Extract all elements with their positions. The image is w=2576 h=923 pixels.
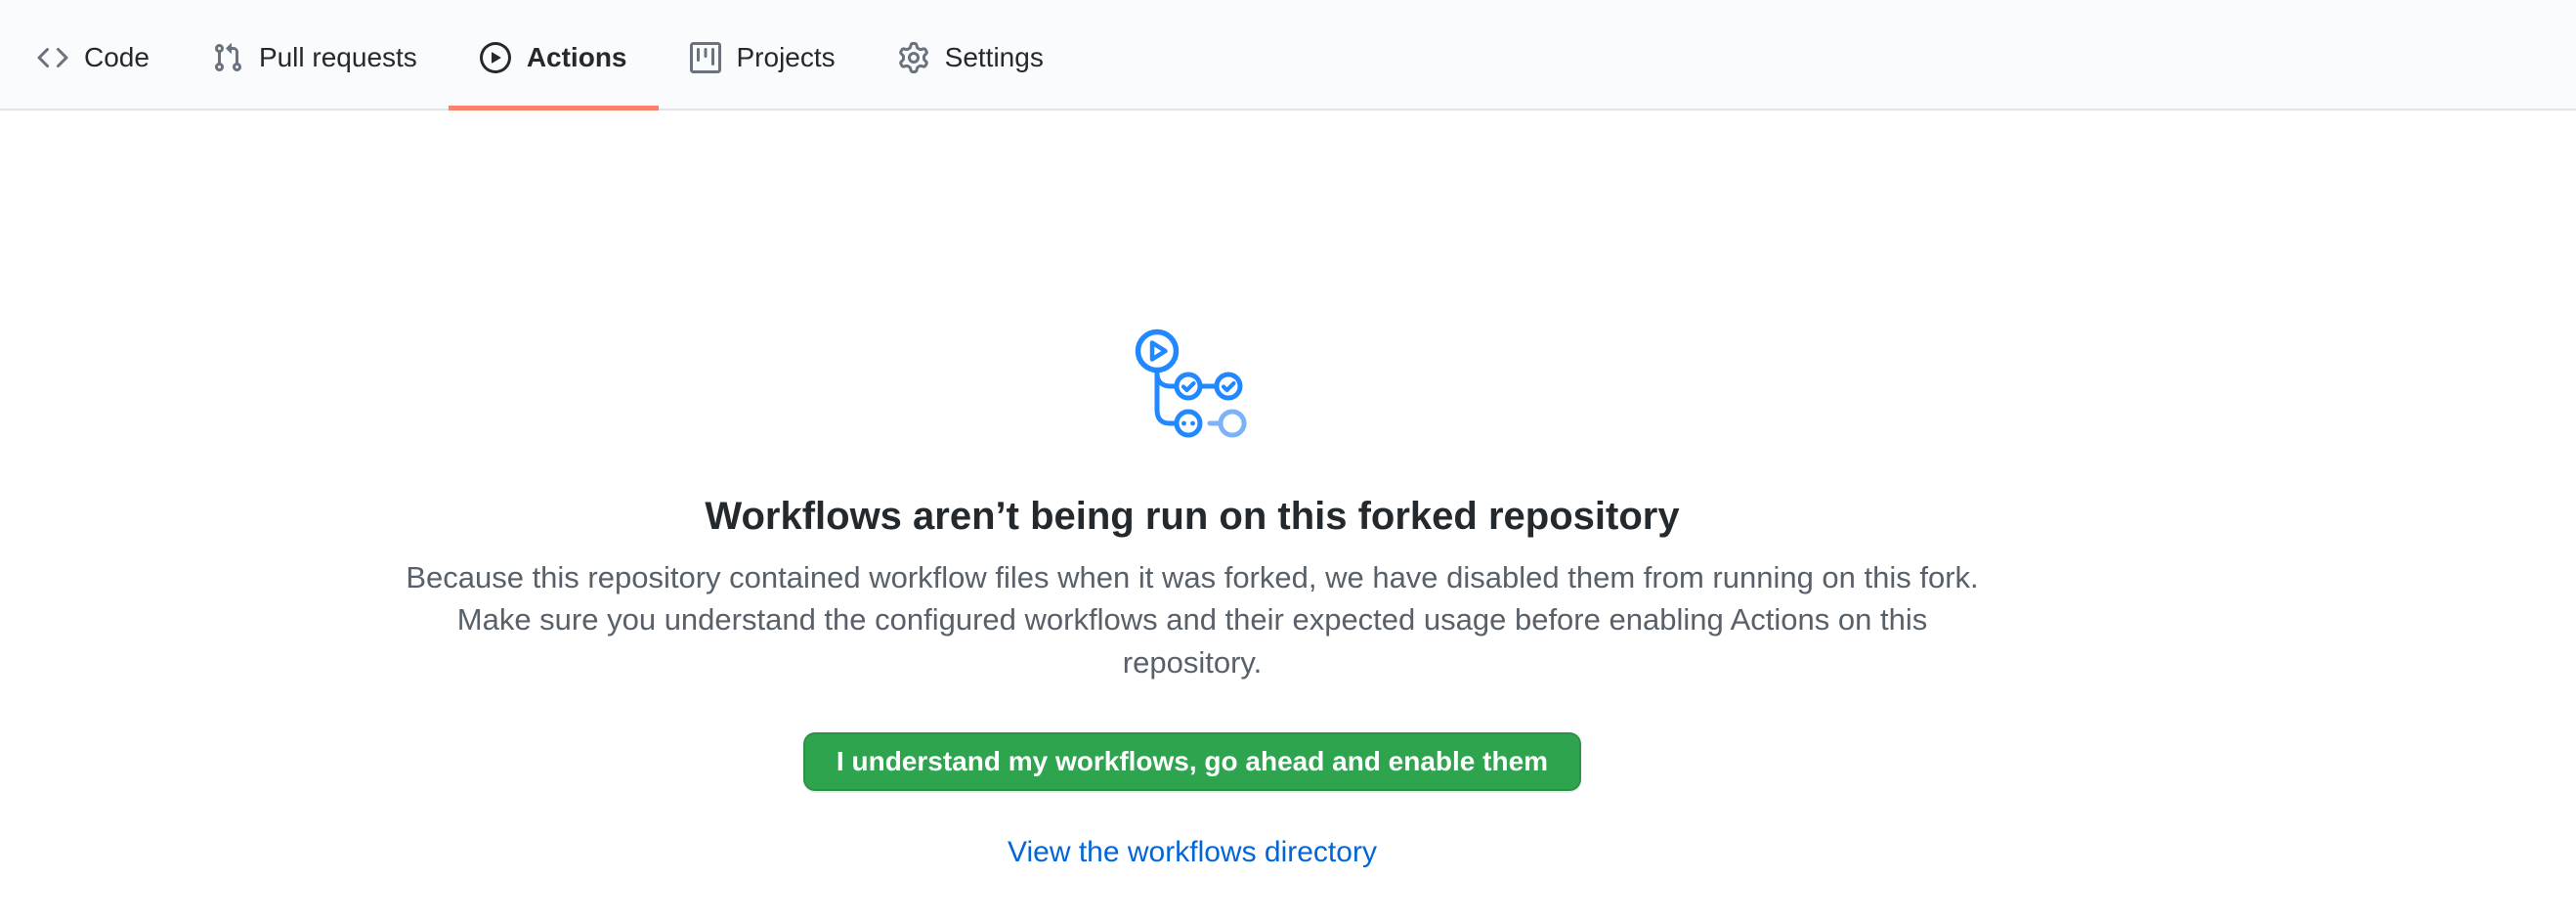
gear-icon xyxy=(898,42,929,73)
blankslate: Workflows aren’t being run on this forke… xyxy=(391,110,1994,869)
tab-label: Pull requests xyxy=(259,44,417,71)
git-pull-request-icon xyxy=(212,42,243,73)
repo-tab-bar: Code Pull requests Actions Projects Sett… xyxy=(0,0,2576,110)
workflow-graphic-icon xyxy=(1135,329,1250,449)
tab-settings[interactable]: Settings xyxy=(867,0,1075,109)
tab-label: Settings xyxy=(945,44,1044,71)
play-icon xyxy=(480,42,511,73)
tab-pull-requests[interactable]: Pull requests xyxy=(181,0,449,109)
tab-label: Actions xyxy=(527,44,627,71)
project-icon xyxy=(690,42,721,73)
tab-code[interactable]: Code xyxy=(6,0,181,109)
tab-label: Projects xyxy=(737,44,836,71)
page-title: Workflows aren’t being run on this forke… xyxy=(391,492,1994,541)
tab-label: Code xyxy=(84,44,150,71)
disabled-workflows-description: Because this repository contained workfl… xyxy=(404,556,1982,683)
code-icon xyxy=(37,42,68,73)
view-workflows-directory-link[interactable]: View the workflows directory xyxy=(1008,836,1377,869)
actions-disabled-page: Workflows aren’t being run on this forke… xyxy=(0,110,2576,869)
tab-projects[interactable]: Projects xyxy=(659,0,867,109)
enable-workflows-button[interactable]: I understand my workflows, go ahead and … xyxy=(803,732,1581,791)
tab-actions[interactable]: Actions xyxy=(449,0,659,109)
